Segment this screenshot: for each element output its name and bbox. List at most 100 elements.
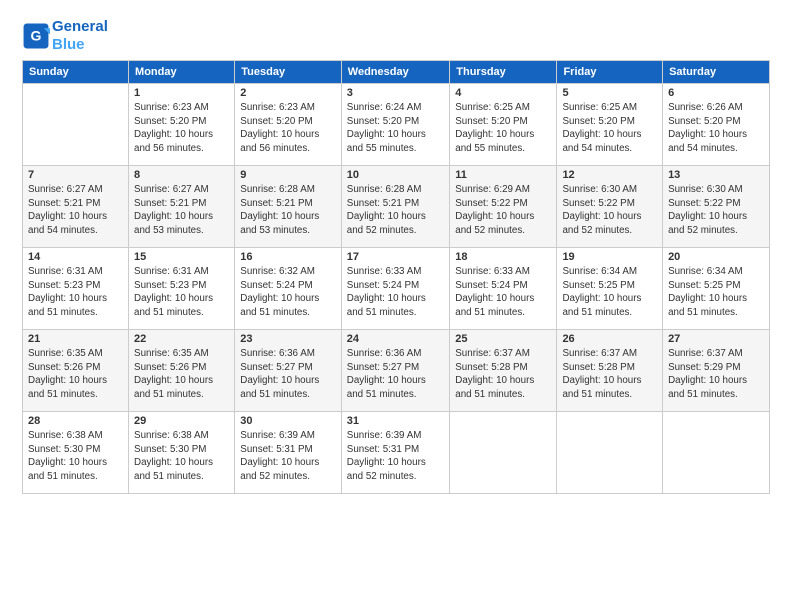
day-info: Sunrise: 6:36 AM Sunset: 5:27 PM Dayligh… xyxy=(347,347,444,402)
day-info: Sunrise: 6:34 AM Sunset: 5:25 PM Dayligh… xyxy=(668,265,764,320)
calendar-cell: 1 Sunrise: 6:23 AM Sunset: 5:20 PM Daylig… xyxy=(129,84,235,166)
logo-icon: G xyxy=(22,22,50,50)
day-info: Sunrise: 6:30 AM Sunset: 5:22 PM Dayligh… xyxy=(562,183,657,238)
week-row-1: 1 Sunrise: 6:23 AM Sunset: 5:20 PM Daylig… xyxy=(23,84,770,166)
day-number: 1 xyxy=(134,87,229,99)
calendar-cell: 2 Sunrise: 6:23 AM Sunset: 5:20 PM Daylig… xyxy=(235,84,342,166)
day-number: 4 xyxy=(455,87,551,99)
day-info: Sunrise: 6:31 AM Sunset: 5:23 PM Dayligh… xyxy=(28,265,123,320)
calendar-cell: 18 Sunrise: 6:33 AM Sunset: 5:24 PM Dayli… xyxy=(450,248,557,330)
calendar-cell: 27Sunrise: 6:37 AM Sunset: 5:29 PM Dayli… xyxy=(663,330,770,412)
day-info: Sunrise: 6:28 AM Sunset: 5:21 PM Dayligh… xyxy=(240,183,336,238)
day-info: Sunrise: 6:23 AM Sunset: 5:20 PM Dayligh… xyxy=(134,101,229,156)
logo: G General Blue xyxy=(22,18,108,54)
day-info: Sunrise: 6:25 AM Sunset: 5:20 PM Dayligh… xyxy=(562,101,657,156)
day-info: Sunrise: 6:35 AM Sunset: 5:26 PM Dayligh… xyxy=(134,347,229,402)
day-number: 28 xyxy=(28,415,123,427)
calendar-cell: 3 Sunrise: 6:24 AM Sunset: 5:20 PM Daylig… xyxy=(341,84,449,166)
day-info: Sunrise: 6:33 AM Sunset: 5:24 PM Dayligh… xyxy=(347,265,444,320)
day-number: 24 xyxy=(347,333,444,345)
calendar-cell: 7 Sunrise: 6:27 AM Sunset: 5:21 PM Daylig… xyxy=(23,166,129,248)
day-info: Sunrise: 6:37 AM Sunset: 5:28 PM Dayligh… xyxy=(455,347,551,402)
calendar-cell: 17 Sunrise: 6:33 AM Sunset: 5:24 PM Dayli… xyxy=(341,248,449,330)
calendar-cell: 15 Sunrise: 6:31 AM Sunset: 5:23 PM Dayli… xyxy=(129,248,235,330)
calendar-cell: 22 Sunrise: 6:35 AM Sunset: 5:26 PM Dayli… xyxy=(129,330,235,412)
day-info: Sunrise: 6:33 AM Sunset: 5:24 PM Dayligh… xyxy=(455,265,551,320)
day-number: 12 xyxy=(562,169,657,181)
calendar-cell: 12 Sunrise: 6:30 AM Sunset: 5:22 PM Dayli… xyxy=(557,166,663,248)
calendar-cell xyxy=(557,412,663,494)
svg-text:G: G xyxy=(31,28,42,44)
calendar-cell: 24 Sunrise: 6:36 AM Sunset: 5:27 PM Dayli… xyxy=(341,330,449,412)
col-header-saturday: Saturday xyxy=(663,61,770,84)
day-info: Sunrise: 6:29 AM Sunset: 5:22 PM Dayligh… xyxy=(455,183,551,238)
day-info: Sunrise: 6:39 AM Sunset: 5:31 PM Dayligh… xyxy=(240,429,336,484)
calendar-table: SundayMondayTuesdayWednesdayThursdayFrid… xyxy=(22,60,770,494)
calendar-cell: 10Sunrise: 6:28 AM Sunset: 5:21 PM Dayli… xyxy=(341,166,449,248)
day-info: Sunrise: 6:35 AM Sunset: 5:26 PM Dayligh… xyxy=(28,347,123,402)
day-number: 8 xyxy=(134,169,229,181)
calendar-cell: 4 Sunrise: 6:25 AM Sunset: 5:20 PM Daylig… xyxy=(450,84,557,166)
calendar-cell: 26Sunrise: 6:37 AM Sunset: 5:28 PM Dayli… xyxy=(557,330,663,412)
week-row-2: 7 Sunrise: 6:27 AM Sunset: 5:21 PM Daylig… xyxy=(23,166,770,248)
calendar-page: G General Blue SundayMondayTuesdayWednes… xyxy=(0,0,792,612)
day-info: Sunrise: 6:28 AM Sunset: 5:21 PM Dayligh… xyxy=(347,183,444,238)
col-header-sunday: Sunday xyxy=(23,61,129,84)
day-info: Sunrise: 6:32 AM Sunset: 5:24 PM Dayligh… xyxy=(240,265,336,320)
day-info: Sunrise: 6:39 AM Sunset: 5:31 PM Dayligh… xyxy=(347,429,444,484)
day-info: Sunrise: 6:37 AM Sunset: 5:28 PM Dayligh… xyxy=(562,347,657,402)
week-row-4: 21Sunrise: 6:35 AM Sunset: 5:26 PM Dayli… xyxy=(23,330,770,412)
day-number: 31 xyxy=(347,415,444,427)
calendar-cell: 16 Sunrise: 6:32 AM Sunset: 5:24 PM Dayli… xyxy=(235,248,342,330)
day-number: 27 xyxy=(668,333,764,345)
day-info: Sunrise: 6:27 AM Sunset: 5:21 PM Dayligh… xyxy=(28,183,123,238)
day-info: Sunrise: 6:36 AM Sunset: 5:27 PM Dayligh… xyxy=(240,347,336,402)
calendar-cell: 14 Sunrise: 6:31 AM Sunset: 5:23 PM Dayli… xyxy=(23,248,129,330)
day-number: 20 xyxy=(668,251,764,263)
day-number: 30 xyxy=(240,415,336,427)
calendar-cell: 5 Sunrise: 6:25 AM Sunset: 5:20 PM Daylig… xyxy=(557,84,663,166)
day-number: 13 xyxy=(668,169,764,181)
col-header-monday: Monday xyxy=(129,61,235,84)
calendar-cell: 20 Sunrise: 6:34 AM Sunset: 5:25 PM Dayli… xyxy=(663,248,770,330)
day-number: 17 xyxy=(347,251,444,263)
day-info: Sunrise: 6:38 AM Sunset: 5:30 PM Dayligh… xyxy=(134,429,229,484)
day-number: 19 xyxy=(562,251,657,263)
day-info: Sunrise: 6:31 AM Sunset: 5:23 PM Dayligh… xyxy=(134,265,229,320)
week-row-3: 14 Sunrise: 6:31 AM Sunset: 5:23 PM Dayli… xyxy=(23,248,770,330)
day-number: 22 xyxy=(134,333,229,345)
day-number: 15 xyxy=(134,251,229,263)
calendar-cell: 11 Sunrise: 6:29 AM Sunset: 5:22 PM Dayli… xyxy=(450,166,557,248)
logo-text-line1: General xyxy=(52,18,108,36)
day-number: 23 xyxy=(240,333,336,345)
calendar-cell: 23 Sunrise: 6:36 AM Sunset: 5:27 PM Dayli… xyxy=(235,330,342,412)
col-header-wednesday: Wednesday xyxy=(341,61,449,84)
calendar-body: 1 Sunrise: 6:23 AM Sunset: 5:20 PM Daylig… xyxy=(23,84,770,494)
day-number: 18 xyxy=(455,251,551,263)
day-number: 29 xyxy=(134,415,229,427)
calendar-cell xyxy=(663,412,770,494)
day-info: Sunrise: 6:38 AM Sunset: 5:30 PM Dayligh… xyxy=(28,429,123,484)
day-number: 16 xyxy=(240,251,336,263)
col-header-tuesday: Tuesday xyxy=(235,61,342,84)
day-info: Sunrise: 6:24 AM Sunset: 5:20 PM Dayligh… xyxy=(347,101,444,156)
calendar-cell: 9 Sunrise: 6:28 AM Sunset: 5:21 PM Daylig… xyxy=(235,166,342,248)
day-number: 2 xyxy=(240,87,336,99)
day-info: Sunrise: 6:25 AM Sunset: 5:20 PM Dayligh… xyxy=(455,101,551,156)
day-number: 3 xyxy=(347,87,444,99)
calendar-cell: 28 Sunrise: 6:38 AM Sunset: 5:30 PM Dayli… xyxy=(23,412,129,494)
day-number: 6 xyxy=(668,87,764,99)
day-info: Sunrise: 6:26 AM Sunset: 5:20 PM Dayligh… xyxy=(668,101,764,156)
calendar-cell: 6 Sunrise: 6:26 AM Sunset: 5:20 PM Daylig… xyxy=(663,84,770,166)
day-info: Sunrise: 6:27 AM Sunset: 5:21 PM Dayligh… xyxy=(134,183,229,238)
calendar-cell: 8 Sunrise: 6:27 AM Sunset: 5:21 PM Daylig… xyxy=(129,166,235,248)
day-info: Sunrise: 6:23 AM Sunset: 5:20 PM Dayligh… xyxy=(240,101,336,156)
day-number: 9 xyxy=(240,169,336,181)
day-info: Sunrise: 6:34 AM Sunset: 5:25 PM Dayligh… xyxy=(562,265,657,320)
day-number: 14 xyxy=(28,251,123,263)
day-number: 11 xyxy=(455,169,551,181)
day-info: Sunrise: 6:30 AM Sunset: 5:22 PM Dayligh… xyxy=(668,183,764,238)
col-header-thursday: Thursday xyxy=(450,61,557,84)
day-number: 7 xyxy=(28,169,123,181)
day-number: 5 xyxy=(562,87,657,99)
